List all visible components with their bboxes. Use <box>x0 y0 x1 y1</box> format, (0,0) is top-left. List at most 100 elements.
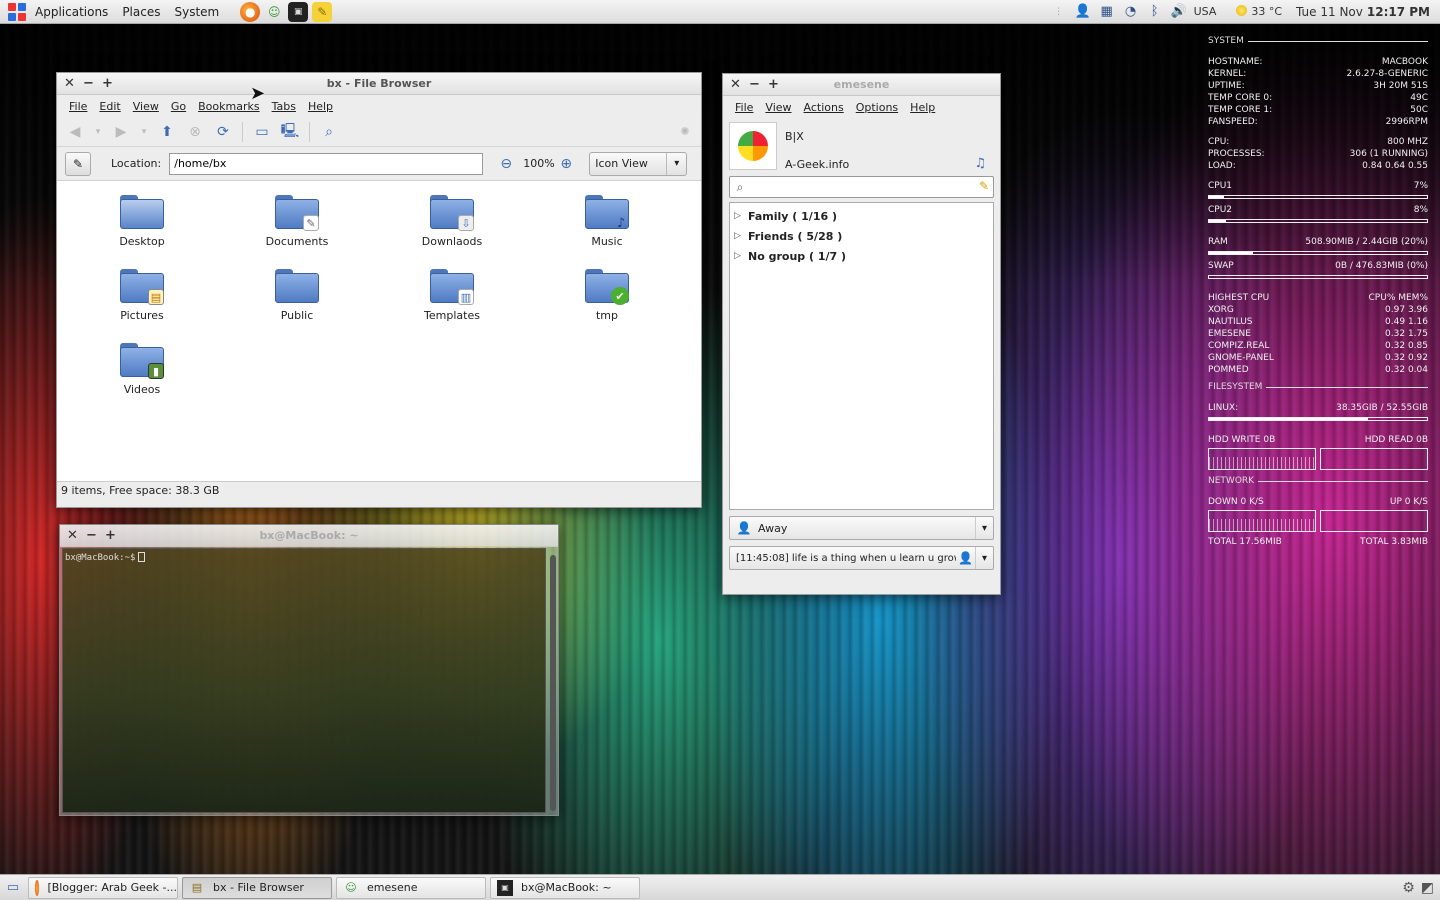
close-icon[interactable]: ✕ <box>60 74 79 93</box>
maximize-icon[interactable]: + <box>98 74 117 93</box>
close-icon[interactable]: ✕ <box>726 75 745 94</box>
terminal-launcher-icon[interactable]: ▣ <box>288 1 309 22</box>
menu-go[interactable]: Go <box>165 100 192 113</box>
close-icon[interactable]: ✕ <box>63 526 82 545</box>
zoom-level: 100% <box>523 157 555 170</box>
keyboard-layout[interactable]: USA <box>1194 5 1217 18</box>
linux-fs-row: LINUX: 38.35GIB / 52.55GIB <box>1208 403 1428 413</box>
window-title: bx - File Browser <box>326 77 432 90</box>
folder-public[interactable]: Public <box>242 269 352 322</box>
clear-broom-icon[interactable]: ✎ <box>979 179 989 193</box>
menu-help[interactable]: Help <box>302 100 339 113</box>
folder-downloads[interactable]: ⇩ Downlaods <box>397 195 507 248</box>
personal-message-select[interactable]: [11:45:08] life is a thing when u learn … <box>729 546 994 570</box>
notes-launcher-icon[interactable]: ✎ <box>312 1 333 22</box>
music-note-icon[interactable]: ♫ <box>974 156 986 171</box>
folder-pictures[interactable]: ▤ Pictures <box>87 269 197 322</box>
taskbar-item-terminal[interactable]: ▣ bx@MacBook: ~ <box>490 876 640 899</box>
forward-history-chevron-icon[interactable]: ▾ <box>137 120 151 144</box>
screenshot-icon[interactable]: ▦ <box>1098 3 1116 21</box>
zoom-out-icon[interactable]: ⊖ <box>495 153 517 175</box>
launchers: ● ☺ ▣ ✎ <box>240 1 333 22</box>
minimize-icon[interactable]: − <box>82 526 101 545</box>
firefox-launcher-icon[interactable]: ● <box>240 1 261 22</box>
wifi-icon[interactable]: ◔ <box>1122 3 1140 21</box>
taskbar-item-emesene[interactable]: ☺ emesene <box>336 876 486 899</box>
folder-documents[interactable]: ✎ Documents <box>242 195 352 248</box>
status-select[interactable]: 👤 Away ▾ <box>729 516 994 540</box>
top-panel: Applications Places System ● ☺ ▣ ✎ ⋮ 👤 ▦… <box>0 0 1440 24</box>
folder-templates[interactable]: ▥ Templates <box>397 269 507 322</box>
net-down-graph <box>1208 510 1316 532</box>
contact-group-friends[interactable]: ▷ Friends ( 5/28 ) <box>730 226 993 246</box>
folder-label: Pictures <box>120 309 164 322</box>
search-icon[interactable]: ⌕ <box>317 120 341 144</box>
terminal-scrollbar[interactable] <box>550 555 556 811</box>
taskbar-item-file-browser[interactable]: ▤ bx - File Browser <box>182 876 332 899</box>
terminal-output[interactable]: bx@MacBook:~$ <box>62 548 546 813</box>
terminal-titlebar[interactable]: ✕ − + bx@MacBook: ~ <box>60 525 558 547</box>
folder-videos[interactable]: ▮ Videos <box>87 343 197 396</box>
location-input[interactable] <box>169 152 484 175</box>
taskbar-item-firefox[interactable]: [Blogger: Arab Geek -... <box>28 876 178 899</box>
clock[interactable]: Tue 11 Nov 12:17 PM <box>1296 5 1430 19</box>
file-browser-titlebar[interactable]: ✕ − + bx - File Browser <box>57 73 701 95</box>
expander-icon: ▷ <box>734 251 741 261</box>
back-history-chevron-icon[interactable]: ▾ <box>91 120 105 144</box>
workspace-switcher-icon[interactable]: ◩ <box>1421 880 1434 896</box>
avatar[interactable] <box>729 122 777 170</box>
reload-icon[interactable]: ⟳ <box>211 120 235 144</box>
stop-icon[interactable]: ⊗ <box>183 120 207 144</box>
computer-icon[interactable]: 🖳 <box>278 120 302 144</box>
zoom-in-icon[interactable]: ⊕ <box>555 153 577 175</box>
user-status-icon[interactable]: 👤 <box>1074 3 1092 21</box>
contact-search-input[interactable]: ⌕ ✎ <box>729 176 994 198</box>
edit-location-toggle-icon[interactable]: ✎ <box>65 151 91 176</box>
firefox-icon <box>35 879 40 896</box>
distro-logo-icon[interactable] <box>8 2 26 21</box>
menu-help[interactable]: Help <box>904 101 941 114</box>
minimize-icon[interactable]: − <box>79 74 98 93</box>
fanspeed-row: FANSPEED: 2996RPM <box>1208 117 1428 127</box>
folder-music[interactable]: ♪ Music <box>552 195 662 248</box>
messenger-launcher-icon[interactable]: ☺ <box>264 2 284 22</box>
folder-desktop[interactable]: Desktop <box>87 195 197 248</box>
hdd-read-graph <box>1320 448 1428 470</box>
personal-message[interactable]: A-Geek.info <box>785 158 849 171</box>
weather[interactable]: 33 °C <box>1236 5 1282 18</box>
contact-group-family[interactable]: ▷ Family ( 1/16 ) <box>730 206 993 226</box>
minimize-icon[interactable]: − <box>745 75 764 94</box>
emesene-menubar: File View Actions Options Help <box>723 96 1000 118</box>
folder-tmp[interactable]: ✔ tmp <box>552 269 662 322</box>
menu-view[interactable]: View <box>127 100 165 113</box>
show-desktop-icon[interactable]: ▭ <box>2 878 24 898</box>
menu-view[interactable]: View <box>759 101 797 114</box>
bluetooth-icon[interactable]: ᛒ <box>1146 3 1164 21</box>
volume-icon[interactable]: 🔊 <box>1170 3 1188 21</box>
forward-icon[interactable]: ▶ <box>109 120 133 144</box>
menu-tabs[interactable]: Tabs <box>266 100 302 113</box>
up-icon[interactable]: ⬆ <box>155 120 179 144</box>
home-folder-icon[interactable]: ▭ <box>250 120 274 144</box>
view-mode-select[interactable]: Icon View ▾ <box>589 151 688 176</box>
documents-folder-icon: ✎ <box>275 195 319 231</box>
top-header-row: HIGHEST CPU CPU% MEM% <box>1208 293 1428 303</box>
emesene-titlebar[interactable]: ✕ − + emesene <box>723 74 1000 96</box>
menu-file[interactable]: File <box>729 101 759 114</box>
nickname[interactable]: B|X <box>785 130 804 143</box>
back-icon[interactable]: ◀ <box>63 120 87 144</box>
window-title: bx@MacBook: ~ <box>259 529 359 542</box>
menu-actions[interactable]: Actions <box>798 101 850 114</box>
maximize-icon[interactable]: + <box>764 75 783 94</box>
contact-group-no-group[interactable]: ▷ No group ( 1/7 ) <box>730 246 993 266</box>
menu-options[interactable]: Options <box>850 101 904 114</box>
settings-gears-icon[interactable]: ⚙ <box>1402 880 1415 896</box>
menu-file[interactable]: File <box>63 100 93 113</box>
file-icon-area[interactable]: Desktop ✎ Documents ⇩ Downlaods ♪ Music … <box>57 181 701 481</box>
maximize-icon[interactable]: + <box>101 526 120 545</box>
system-menu[interactable]: System <box>167 0 226 24</box>
applications-menu[interactable]: Applications <box>28 0 115 24</box>
net-speed-row: DOWN 0 K/S UP 0 K/S <box>1208 497 1428 507</box>
places-menu[interactable]: Places <box>115 0 167 24</box>
menu-edit[interactable]: Edit <box>93 100 126 113</box>
